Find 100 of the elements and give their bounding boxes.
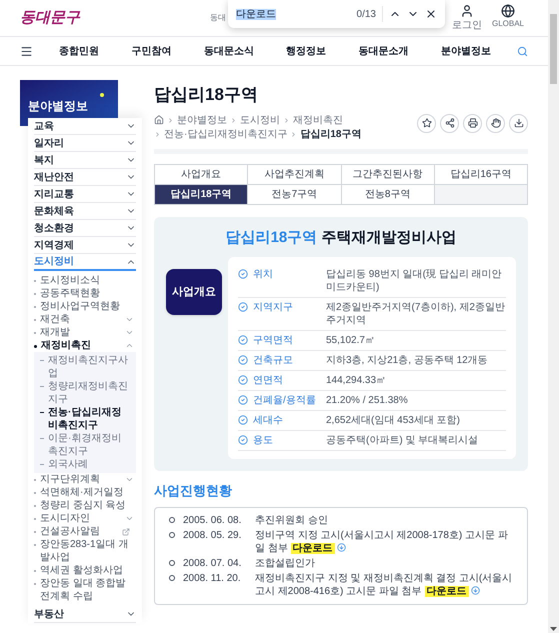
search-icon[interactable]	[517, 46, 528, 56]
sidebar-title: 분야별정보	[28, 99, 88, 113]
menu-item[interactable]: 복지	[34, 152, 136, 169]
progress-date: 2008. 11. 20.	[183, 572, 242, 584]
submenu-link[interactable]: 전농·답십리재정비촉진지구	[48, 406, 130, 432]
download-link[interactable]: 다운로드	[424, 586, 468, 596]
tab[interactable]: 사업추진계획	[248, 164, 342, 184]
home-icon[interactable]	[154, 115, 164, 125]
progress-text: 정비구역 지정 고시(서울시고시 제2008-178호) 고시문 파일 첨부 다운로드	[255, 528, 509, 554]
login-link[interactable]: 로그인	[452, 4, 482, 32]
check-icon	[238, 375, 248, 385]
tab[interactable]: 그간추진된사항	[342, 164, 435, 184]
check-icon	[238, 415, 248, 425]
dash-icon	[40, 360, 44, 361]
menu-item[interactable]: 일자리	[34, 135, 136, 152]
menu-item[interactable]: 문화체육	[34, 203, 136, 220]
download-icon	[514, 118, 524, 128]
menu-item[interactable]: 교육	[34, 118, 136, 135]
breadcrumb-link[interactable]: 답십리18구역	[300, 128, 362, 140]
page-title: 답십리18구역	[154, 84, 259, 106]
menu-link[interactable]: 정비사업구역현황	[40, 300, 130, 313]
tab[interactable]: 답십리16구역	[434, 164, 528, 184]
check-icon	[238, 269, 248, 279]
dash-icon	[40, 438, 44, 439]
menu-link[interactable]: 장안동283-1일대 개발사업	[40, 538, 130, 564]
menu-link[interactable]: 재개발	[40, 326, 121, 339]
menu-link[interactable]: 도시디자인	[40, 512, 121, 525]
menu-link[interactable]: 공동주택현황	[40, 287, 130, 300]
submenu-link[interactable]: 청량리재정비촉진지구	[48, 380, 130, 406]
summary-heading: 답십리18구역 주택재개발정비사업	[224, 228, 458, 248]
close-icon[interactable]	[425, 8, 437, 20]
check-icon	[238, 355, 248, 365]
favorite-button[interactable]	[417, 114, 436, 132]
info-label: 세대수	[253, 414, 284, 427]
nav-link[interactable]: 구민참여	[131, 44, 172, 58]
progress-text: 조합설립인가	[255, 556, 316, 570]
menu-link[interactable]: 장안동 일대 종합발전계획 수립	[40, 577, 130, 603]
overview-badge: 사업개요	[166, 269, 222, 315]
submenu-link[interactable]: 이문·휘경재정비촉진지구	[48, 432, 130, 458]
info-label: 구역면적	[253, 334, 294, 347]
info-value: 제2종일반주거지역(7층이하), 제2종일반주거지역	[326, 301, 506, 327]
tab[interactable]: 답십리18구역	[155, 184, 248, 204]
find-field[interactable]: 다운로드	[236, 6, 351, 22]
menu-link[interactable]: 역세권 활성화사업	[40, 564, 130, 577]
print-button[interactable]	[463, 114, 482, 132]
info-value: 답십리동 98번지 일대(現 답십리 래미안미드카운티)	[326, 268, 503, 294]
breadcrumb-link[interactable]: 도시정비	[240, 114, 280, 126]
menu-item[interactable]: 재난안전	[34, 169, 136, 186]
nav-link[interactable]: 행정정보	[286, 44, 326, 58]
scrollbar[interactable]	[548, 0, 559, 633]
menu-item[interactable]: 부동산	[34, 606, 136, 623]
global-link[interactable]: GLOBAL	[492, 4, 524, 32]
menu-link[interactable]: 지구단위계획	[40, 473, 121, 486]
info-label: 건축규모	[253, 354, 294, 367]
logo[interactable]: 동대문구	[20, 9, 80, 26]
tab[interactable]: 전농8구역	[342, 184, 435, 204]
info-label: 지역지구	[253, 301, 294, 314]
nav-link[interactable]: 종합민원	[59, 44, 100, 58]
info-value: 공동주택(아파트) 및 부대복리시설	[326, 434, 480, 447]
breadcrumb-link[interactable]: 전농·답십리재정비촉진지구	[164, 128, 288, 140]
menu-link[interactable]: 도시정비소식	[40, 274, 130, 287]
info-label: 위치	[253, 268, 274, 281]
scrollbar-thumb[interactable]	[550, 14, 557, 84]
menu-item[interactable]: 지역경제	[34, 237, 136, 254]
circle-bullet-icon	[169, 532, 175, 538]
dash-icon	[40, 464, 44, 465]
submenu-link[interactable]: 외국사례	[48, 458, 88, 471]
user-icon	[460, 4, 474, 18]
progress-date: 2008. 07. 04.	[183, 556, 242, 570]
menu-link[interactable]: 청량리 중심지 육성	[40, 499, 130, 512]
menu-item[interactable]: 도시정비	[34, 254, 136, 271]
share-button[interactable]	[440, 114, 459, 132]
star-icon	[422, 118, 432, 128]
download-button[interactable]	[509, 114, 528, 132]
menu-icon[interactable]	[20, 44, 33, 58]
nav-link[interactable]: 동대문소식	[204, 44, 254, 58]
progress-text: 추진위원회 승인	[255, 514, 329, 526]
nav-link[interactable]: 분야별정보	[440, 44, 491, 58]
info-label: 용도	[253, 434, 274, 447]
tab[interactable]: 사업개요	[155, 164, 248, 184]
info-label: 연면적	[253, 374, 284, 387]
menu-link[interactable]: 건설공사알림	[40, 525, 118, 538]
info-value: 2,652세대(임대 453세대 포함)	[326, 414, 461, 427]
menu-item[interactable]: 청소환경	[34, 220, 136, 237]
feedback-button[interactable]	[486, 114, 505, 132]
circle-bullet-icon	[169, 574, 175, 580]
menu-item[interactable]: 지리교통	[34, 186, 136, 203]
printer-icon	[468, 118, 478, 128]
down-arrow-icon[interactable]	[550, 627, 557, 631]
info-value: 지하3층, 지상21층, 공동주택 12개동	[326, 354, 489, 367]
menu-link[interactable]: 석면해체·제거일정	[40, 486, 130, 499]
progress-date: 2008. 05. 29.	[183, 528, 242, 542]
breadcrumb-link[interactable]: 재정비촉진	[293, 114, 343, 126]
menu-link[interactable]: 재정비촉진	[41, 339, 121, 352]
breadcrumb-link[interactable]: 분야별정보	[177, 114, 227, 126]
nav-link[interactable]: 동대문소개	[358, 44, 408, 58]
submenu-link[interactable]: 재정비촉진지구사업	[48, 354, 130, 380]
download-link[interactable]: 다운로드	[290, 542, 335, 554]
menu-link[interactable]: 재건축	[40, 313, 121, 326]
tab[interactable]: 전농7구역	[248, 184, 342, 204]
